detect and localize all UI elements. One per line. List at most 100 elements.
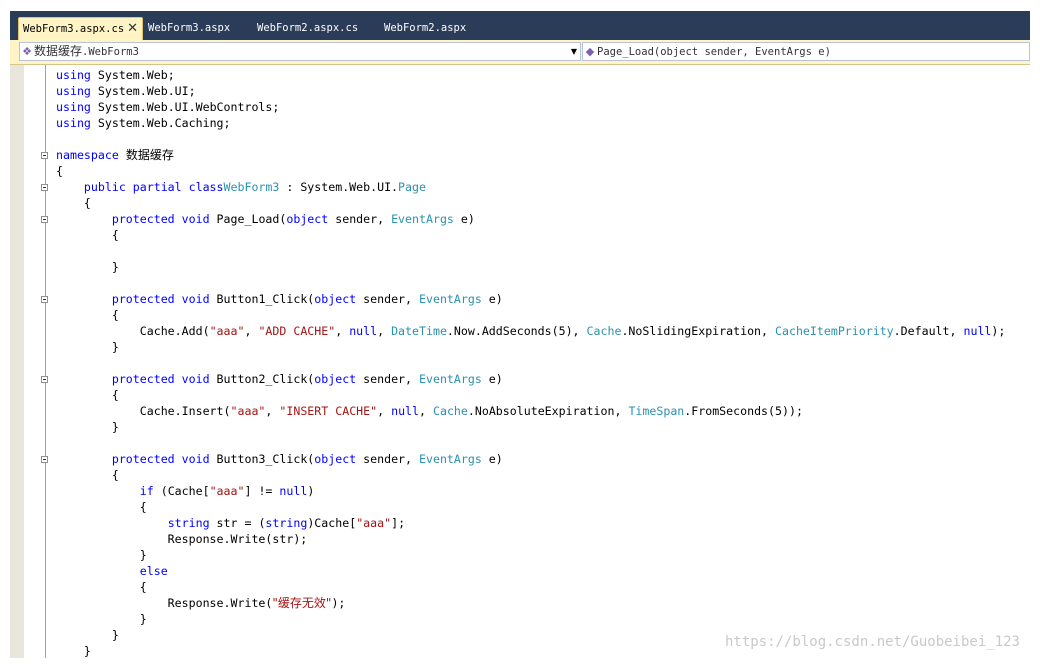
tab-label: WebForm2.aspx <box>384 22 467 34</box>
type-dropdown[interactable]: ❖ 数据缓存.WebForm3 ▼ <box>19 42 581 61</box>
code-token: } <box>56 420 119 434</box>
code-token: ]; <box>391 516 406 530</box>
code-line: using System.Web.UI.WebControls; <box>56 99 279 115</box>
code-line: { <box>56 579 147 595</box>
indicator-margin <box>10 65 24 658</box>
tab-webform3-aspx[interactable]: WebForm3.aspx <box>144 17 248 40</box>
tab-webform2-aspx-cs[interactable]: WebForm2.aspx.cs <box>253 17 375 40</box>
string-token: "ADD CACHE" <box>258 324 336 338</box>
code-token: : System.Web.UI. <box>279 180 399 194</box>
code-token: System.Web.UI; <box>97 84 196 98</box>
code-token: ) <box>307 484 315 498</box>
type-token: EventArgs <box>419 372 482 386</box>
code-token: .Now.AddSeconds(5), <box>446 324 587 338</box>
code-token: (Cache[ <box>153 484 210 498</box>
code-line: using System.Web.UI; <box>56 83 196 99</box>
code-line: Cache.Insert("aaa", "INSERT CACHE", null… <box>56 403 803 419</box>
document-tab-strip: WebForm3.aspx.cs ✕ WebForm3.aspx WebForm… <box>10 11 1030 40</box>
code-token: { <box>56 228 119 242</box>
code-token: , <box>265 404 280 418</box>
code-token: } <box>56 628 119 642</box>
member-dropdown[interactable]: ◆ Page_Load(object sender, EventArgs e) <box>582 42 1030 61</box>
string-token: "aaa" <box>230 404 266 418</box>
chevron-down-icon[interactable]: ▼ <box>571 43 577 60</box>
code-line: { <box>56 227 119 243</box>
tab-webform3-aspx-cs[interactable]: WebForm3.aspx.cs ✕ <box>18 17 143 40</box>
code-line: } <box>56 611 147 627</box>
type-token: Cache <box>432 404 468 418</box>
code-token: .Default, <box>893 324 964 338</box>
code-token: e) <box>481 452 503 466</box>
keyword-token: null <box>349 324 378 338</box>
collapse-icon[interactable] <box>41 376 48 383</box>
code-line: protected void Button2_Click(object send… <box>56 371 503 387</box>
code-token: ] != <box>244 484 280 498</box>
code-token: Button3_Click( <box>209 452 315 466</box>
code-token: Cache.Insert( <box>56 404 231 418</box>
code-editor[interactable]: using System.Web; using System.Web.UI; usi… <box>10 65 1030 658</box>
type-token: Cache <box>586 324 622 338</box>
code-line: { <box>56 195 91 211</box>
keyword-token: string <box>265 516 308 530</box>
type-token: Page <box>398 180 426 194</box>
keyword-token: using <box>56 100 98 114</box>
string-token: "aaa" <box>356 516 392 530</box>
code-line: public partial classWebForm3 : System.We… <box>56 179 426 195</box>
keyword-token: using <box>56 68 98 82</box>
code-token: , <box>419 404 433 418</box>
code-token: , <box>335 324 350 338</box>
code-token: e) <box>481 292 503 306</box>
keyword-token: object <box>314 292 357 306</box>
code-token: , <box>377 324 392 338</box>
code-token: .NoAbsoluteExpiration, <box>467 404 629 418</box>
code-token: e) <box>481 372 503 386</box>
collapse-icon[interactable] <box>41 152 48 159</box>
collapse-icon[interactable] <box>41 184 48 191</box>
keyword-token: protected void <box>111 212 210 226</box>
collapse-icon[interactable] <box>41 456 48 463</box>
code-token: } <box>56 612 147 626</box>
code-token: sender, <box>356 372 419 386</box>
keyword-token: else <box>139 564 168 578</box>
code-line: else <box>56 563 168 579</box>
tab-webform2-aspx[interactable]: WebForm2.aspx <box>380 17 484 40</box>
code-line: using System.Web.Caching; <box>56 115 231 131</box>
code-line: string str = (string)Cache["aaa"]; <box>56 515 405 531</box>
collapse-icon[interactable] <box>41 216 48 223</box>
keyword-token: object <box>314 452 357 466</box>
code-token: { <box>56 468 119 482</box>
code-line: } <box>56 259 119 275</box>
keyword-token: protected void <box>111 372 210 386</box>
code-token: sender, <box>356 452 419 466</box>
code-token: System.Web; <box>97 68 175 82</box>
string-token: "缓存无效" <box>272 596 332 610</box>
method-icon: ◆ <box>585 45 595 58</box>
code-token: sender, <box>328 212 392 226</box>
code-line: using System.Web; <box>56 67 175 83</box>
code-line: } <box>56 547 147 563</box>
watermark: https://blog.csdn.net/Guobeibei_123 <box>724 634 1020 650</box>
keyword-token: namespace <box>56 148 126 162</box>
code-line: Response.Write("缓存无效"); <box>56 595 346 611</box>
string-token: "INSERT CACHE" <box>279 404 378 418</box>
code-line: { <box>56 499 147 515</box>
code-line: } <box>56 643 91 658</box>
code-editor-window: WebForm3.aspx.cs ✕ WebForm3.aspx WebForm… <box>10 11 1030 658</box>
code-line: { <box>56 307 119 323</box>
code-token: Cache.Add( <box>56 324 210 338</box>
keyword-token: protected void <box>111 452 210 466</box>
code-token: } <box>56 548 147 562</box>
code-token: Response.Write(str); <box>56 532 308 546</box>
collapse-icon[interactable] <box>41 296 48 303</box>
close-icon[interactable]: ✕ <box>127 18 138 40</box>
code-token: e) <box>453 212 475 226</box>
code-token: .NoSlidingExpiration, <box>621 324 775 338</box>
code-line: if (Cache["aaa"] != null) <box>56 483 315 499</box>
code-line: protected void Page_Load(object sender, … <box>56 211 475 227</box>
